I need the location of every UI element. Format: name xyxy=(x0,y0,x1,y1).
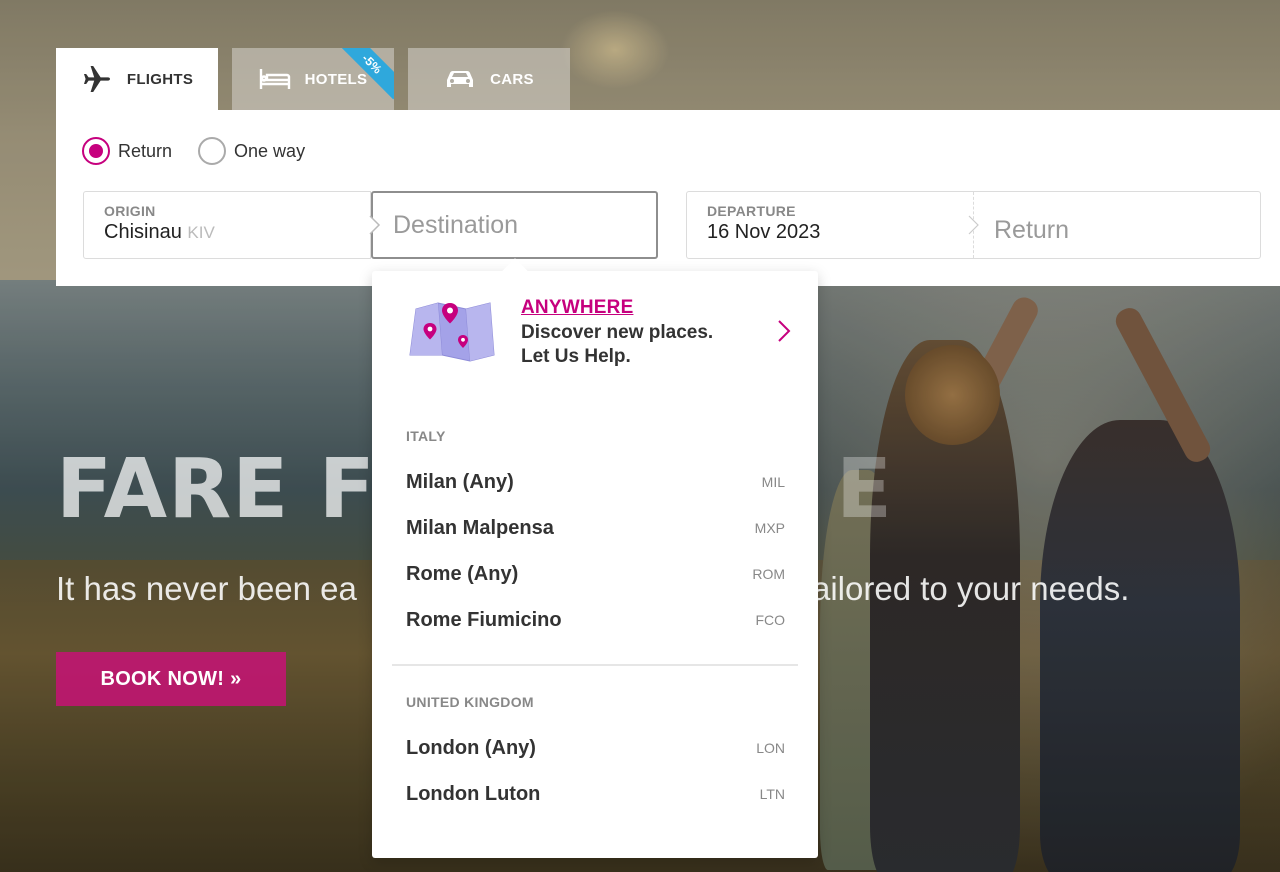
list-item[interactable]: Milan (Any) MIL xyxy=(392,462,798,502)
anywhere-line-1: Discover new places. xyxy=(521,322,714,343)
group-divider xyxy=(392,664,798,666)
tab-label: CARS xyxy=(490,70,534,88)
bed-icon xyxy=(259,67,291,91)
departure-date: 16 Nov 2023 xyxy=(707,221,821,243)
airplane-icon xyxy=(81,63,113,95)
city-name: Milan (Any) xyxy=(406,470,514,493)
radio-one-way-label: One way xyxy=(234,140,306,161)
tab-flights[interactable]: FLIGHTS xyxy=(56,48,218,110)
route-fields: ORIGIN Chisinau KIV xyxy=(83,191,658,259)
origin-label: ORIGIN xyxy=(104,203,156,219)
hero-subtitle-left: It has never been ea xyxy=(56,570,357,607)
origin-field[interactable]: ORIGIN Chisinau KIV xyxy=(83,191,371,259)
airport-code: FCO xyxy=(755,612,785,628)
car-icon xyxy=(444,68,476,90)
list-item[interactable]: London (Any) LON xyxy=(392,728,798,768)
book-now-button[interactable]: BOOK NOW! » xyxy=(56,652,286,706)
city-name: London Luton xyxy=(406,782,541,805)
airport-code: LTN xyxy=(759,786,785,802)
origin-code: KIV xyxy=(187,223,215,242)
anywhere-option[interactable]: ANYWHERE Discover new places. Let Us Hel… xyxy=(372,271,818,395)
airport-code: LON xyxy=(756,740,785,756)
chevron-right-icon xyxy=(776,319,792,348)
tab-label: HOTELS xyxy=(304,70,368,88)
city-name: Rome Fiumicino xyxy=(406,608,562,631)
city-name: Milan Malpensa xyxy=(406,516,554,539)
destination-field[interactable] xyxy=(371,191,658,259)
radio-one-way[interactable]: One way xyxy=(198,137,305,165)
country-header-italy: ITALY xyxy=(406,428,446,444)
airport-code: MIL xyxy=(761,474,785,490)
airport-code: MXP xyxy=(754,520,785,536)
trip-type-selector: Return One way xyxy=(82,137,305,165)
radio-return[interactable]: Return xyxy=(82,137,172,165)
origin-city: Chisinau xyxy=(104,221,182,243)
departure-field[interactable]: DEPARTURE 16 Nov 2023 xyxy=(687,192,973,258)
list-item[interactable]: Rome (Any) ROM xyxy=(392,554,798,594)
chevron-right-icon xyxy=(369,191,381,259)
city-name: London (Any) xyxy=(406,736,536,759)
chevron-right-icon xyxy=(968,192,980,258)
list-item[interactable]: Milan Malpensa MXP xyxy=(392,508,798,548)
tab-cars[interactable]: CARS xyxy=(408,48,570,110)
airport-code: ROM xyxy=(752,566,785,582)
anywhere-title[interactable]: ANYWHERE xyxy=(521,297,633,319)
map-icon xyxy=(408,299,496,368)
anywhere-description: Discover new places. Let Us Help. xyxy=(521,321,751,369)
radio-one-way-dot[interactable] xyxy=(198,137,227,165)
hero-title-left: FARE F xyxy=(56,442,376,537)
return-placeholder: Return xyxy=(994,216,1070,244)
departure-label: DEPARTURE xyxy=(707,203,796,219)
list-item[interactable]: Rome Fiumicino FCO xyxy=(392,600,798,640)
destination-dropdown: ANYWHERE Discover new places. Let Us Hel… xyxy=(372,271,818,858)
list-item[interactable]: London Luton LTN xyxy=(392,774,798,814)
hero-subtitle-right: ailored to your needs. xyxy=(812,570,1130,607)
country-header-united-kingdom: UNITED KINGDOM xyxy=(406,694,534,710)
radio-return-label: Return xyxy=(118,140,173,161)
hero-title-right: E xyxy=(836,442,894,537)
destination-input[interactable] xyxy=(393,210,636,240)
date-fields: DEPARTURE 16 Nov 2023 Return xyxy=(686,191,1261,259)
city-name: Rome (Any) xyxy=(406,562,519,585)
tab-label: FLIGHTS xyxy=(126,70,194,88)
hero-title: FARE F E xyxy=(56,442,892,537)
tab-hotels[interactable]: HOTELS -5% xyxy=(232,48,394,110)
radio-return-dot[interactable] xyxy=(82,137,110,165)
anywhere-line-2: Let Us Help. xyxy=(521,346,631,367)
return-field[interactable]: Return xyxy=(974,192,1260,258)
